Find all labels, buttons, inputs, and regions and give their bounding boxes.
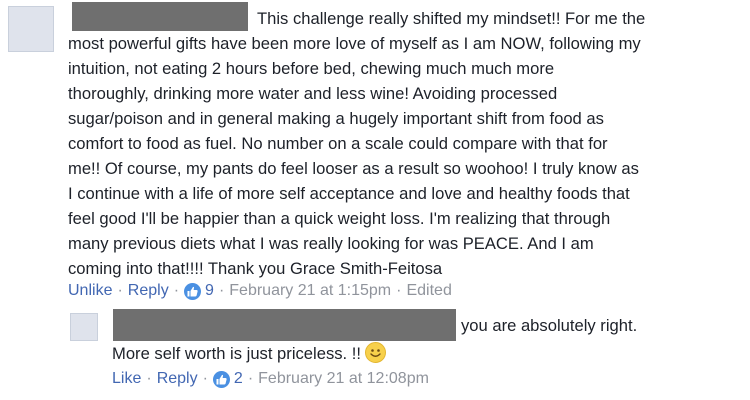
reply-text-second-line: More self worth is just priceless. !! — [112, 341, 386, 366]
separator-dot: · — [202, 370, 208, 387]
edited-label[interactable]: Edited — [406, 281, 451, 301]
thumbs-up-icon[interactable] — [184, 282, 202, 300]
separator-dot: · — [218, 282, 225, 299]
comment-line: most powerful gifts have been more love … — [68, 34, 641, 53]
reply-timestamp[interactable]: February 21 at 12:08pm — [258, 369, 429, 389]
reply-link[interactable]: Reply — [128, 281, 169, 301]
comment-line: coming into that!!!! Thank you Grace Smi… — [68, 259, 443, 278]
redacted-reply-name — [113, 309, 456, 341]
comment-line: intuition, not eating 2 hours before bed… — [68, 59, 555, 78]
separator-dot: · — [247, 370, 254, 387]
like-link[interactable]: Like — [112, 369, 141, 389]
comment-line: many previous diets what I was really lo… — [68, 234, 594, 253]
comment-line: sugar/poison and in general making a hug… — [68, 109, 604, 128]
comment-line: comfort to food as fuel. No number on a … — [68, 134, 608, 153]
reaction-count[interactable]: 2 — [234, 369, 243, 389]
comment-line: I continue with a life of more self acce… — [68, 184, 630, 203]
comment-text-first-line: This challenge really shifted my mindset… — [257, 9, 646, 28]
reply-text-first-line: you are absolutely right. — [461, 316, 638, 335]
reply-link[interactable]: Reply — [157, 369, 198, 389]
comment-line: feel good I'll be happier than a quick w… — [68, 209, 611, 228]
separator-dot: · — [173, 282, 180, 299]
reaction-count[interactable]: 9 — [205, 281, 214, 301]
commenter-avatar[interactable] — [8, 6, 54, 52]
redacted-commenter-name — [72, 2, 248, 31]
reply-actions: Like · Reply · 2 · February 21 at 12:08p… — [112, 369, 429, 389]
smiley-emoji-icon — [364, 342, 386, 363]
separator-dot: · — [146, 370, 152, 387]
thumbs-up-icon[interactable] — [212, 370, 230, 388]
comment-line: me!! Of course, my pants do feel looser … — [68, 159, 639, 178]
separator-dot: · — [396, 282, 402, 299]
reply-text: More self worth is just priceless. !! — [112, 344, 361, 363]
comment-body: most powerful gifts have been more love … — [68, 31, 641, 281]
reply-avatar[interactable] — [70, 313, 98, 341]
comment-timestamp[interactable]: February 21 at 1:15pm — [229, 281, 391, 301]
comment-line: thoroughly, drinking more water and less… — [68, 84, 558, 103]
comment-actions: Unlike · Reply · 9 · February 21 at 1:15… — [68, 281, 452, 301]
separator-dot: · — [117, 282, 123, 299]
unlike-link[interactable]: Unlike — [68, 281, 112, 301]
